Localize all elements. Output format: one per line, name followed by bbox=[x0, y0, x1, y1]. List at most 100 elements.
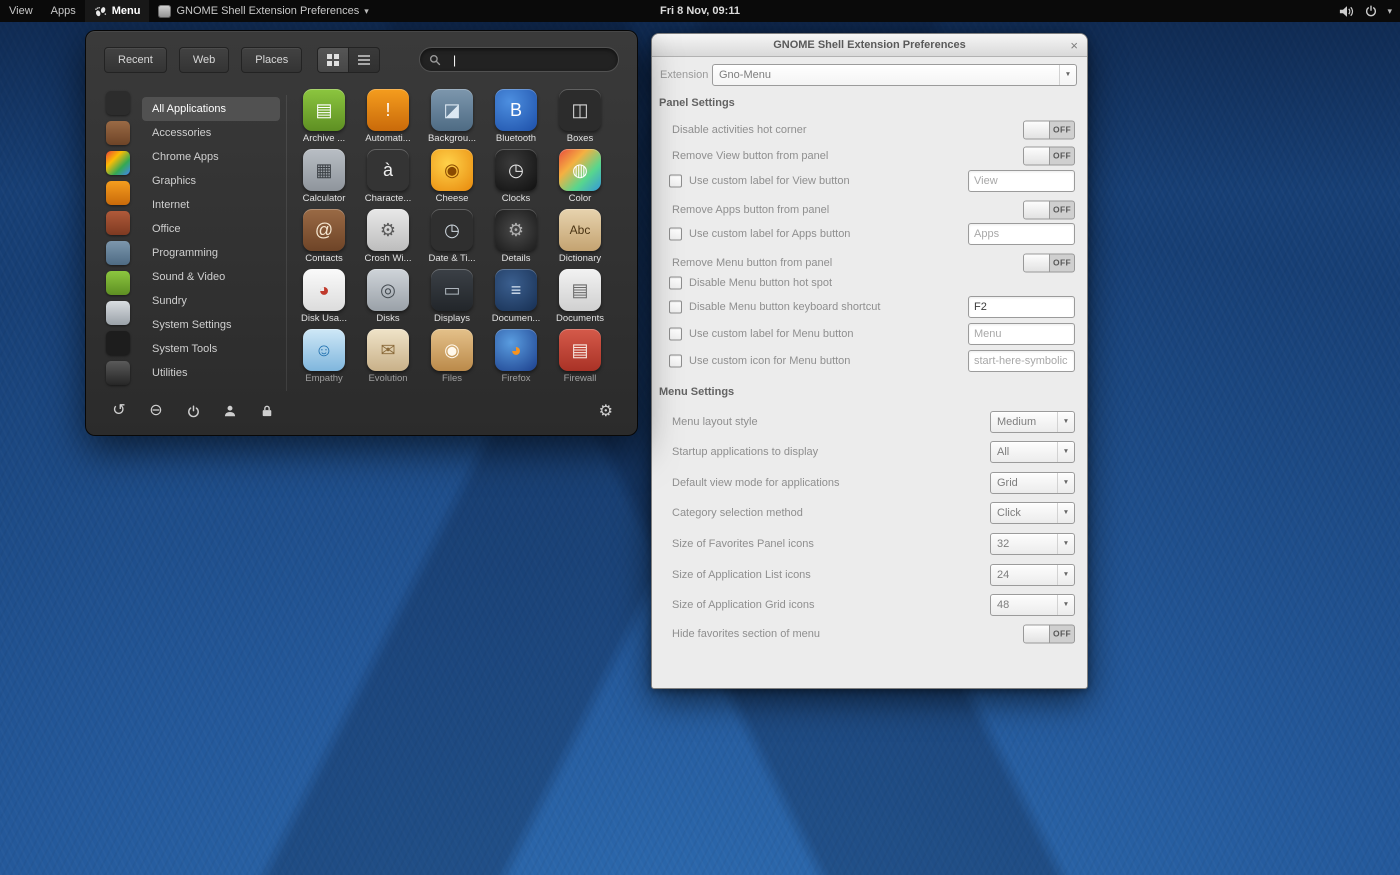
toggle-switch[interactable]: OFF bbox=[1023, 120, 1075, 139]
favorite-app-icon[interactable] bbox=[106, 241, 130, 265]
chevron-down-icon: ▼ bbox=[1057, 411, 1074, 432]
app-tile[interactable]: ▤ Archive ... bbox=[292, 87, 356, 147]
list-view-button[interactable] bbox=[348, 47, 380, 73]
logout-icon[interactable]: ⊖ bbox=[147, 402, 165, 420]
dropdown[interactable]: 24 ▼ bbox=[990, 563, 1075, 586]
text-entry[interactable] bbox=[968, 349, 1075, 372]
app-tile[interactable]: ◕ Firefox bbox=[484, 327, 548, 387]
text-entry[interactable] bbox=[968, 322, 1075, 345]
dropdown[interactable]: Medium ▼ bbox=[990, 410, 1075, 433]
power-icon[interactable] bbox=[184, 402, 202, 420]
category-all-applications[interactable]: All Applications bbox=[142, 97, 280, 121]
power-icon[interactable] bbox=[1365, 5, 1377, 17]
category-accessories[interactable]: Accessories bbox=[142, 121, 280, 145]
checkbox[interactable] bbox=[669, 300, 682, 313]
app-tile[interactable]: Abc Dictionary bbox=[548, 207, 612, 267]
dropdown[interactable]: 48 ▼ bbox=[990, 593, 1075, 616]
favorite-app-icon[interactable] bbox=[106, 331, 130, 355]
checkbox[interactable] bbox=[669, 354, 682, 367]
checkbox[interactable] bbox=[669, 276, 682, 289]
panel-view-button[interactable]: View bbox=[0, 0, 42, 22]
app-tile[interactable]: ◷ Date & Ti... bbox=[420, 207, 484, 267]
app-tile[interactable]: ◉ Files bbox=[420, 327, 484, 387]
toggle-switch[interactable]: OFF bbox=[1023, 624, 1075, 643]
category-sundry[interactable]: Sundry bbox=[142, 289, 280, 313]
dropdown[interactable]: 32 ▼ bbox=[990, 532, 1075, 555]
grid-view-button[interactable] bbox=[317, 47, 349, 73]
app-tile[interactable]: à Characte... bbox=[356, 147, 420, 207]
category-system-settings[interactable]: System Settings bbox=[142, 313, 280, 337]
preferences-window: GNOME Shell Extension Preferences × Exte… bbox=[651, 33, 1088, 689]
tab-places[interactable]: Places bbox=[241, 47, 303, 73]
text-entry[interactable] bbox=[968, 222, 1075, 245]
checkbox[interactable] bbox=[669, 327, 682, 340]
app-tile[interactable]: ◉ Cheese bbox=[420, 147, 484, 207]
app-tile[interactable]: ◕ Disk Usa... bbox=[292, 267, 356, 327]
app-tile[interactable]: ▦ Calculator bbox=[292, 147, 356, 207]
close-button[interactable]: × bbox=[1070, 34, 1078, 57]
volume-icon[interactable] bbox=[1339, 5, 1355, 18]
tab-web[interactable]: Web bbox=[178, 47, 230, 73]
icon-glyph: ▦ bbox=[315, 159, 333, 180]
app-tile[interactable]: ✉ Evolution bbox=[356, 327, 420, 387]
favorite-app-icon[interactable] bbox=[106, 151, 130, 175]
dropdown[interactable]: Click ▼ bbox=[990, 501, 1075, 524]
category-office[interactable]: Office bbox=[142, 217, 280, 241]
text-entry[interactable] bbox=[968, 295, 1075, 318]
category-system-tools[interactable]: System Tools bbox=[142, 337, 280, 361]
panel-menu-button[interactable]: Menu bbox=[84, 0, 150, 22]
user-switch-icon[interactable] bbox=[221, 402, 239, 420]
app-tile[interactable]: ◷ Clocks bbox=[484, 147, 548, 207]
checkbox[interactable] bbox=[669, 174, 682, 187]
clock[interactable]: Fri 8 Nov, 09:11 bbox=[660, 5, 740, 17]
chevron-down-icon[interactable]: ▾ bbox=[1387, 6, 1392, 17]
checkbox[interactable] bbox=[669, 227, 682, 240]
app-tile[interactable]: ◍ Color bbox=[548, 147, 612, 207]
toggle-switch[interactable]: OFF bbox=[1023, 146, 1075, 165]
category-internet[interactable]: Internet bbox=[142, 193, 280, 217]
category-chrome-apps[interactable]: Chrome Apps bbox=[142, 145, 280, 169]
gear-icon[interactable]: ⚙ bbox=[599, 401, 613, 421]
app-tile[interactable]: ▤ Firewall bbox=[548, 327, 612, 387]
category-graphics[interactable]: Graphics bbox=[142, 169, 280, 193]
app-tile[interactable]: ▤ Documents bbox=[548, 267, 612, 327]
app-tile[interactable]: ◪ Backgrou... bbox=[420, 87, 484, 147]
app-tile[interactable]: ! Automati... bbox=[356, 87, 420, 147]
panel-apps-button[interactable]: Apps bbox=[42, 0, 85, 22]
toggle-switch[interactable]: OFF bbox=[1023, 200, 1075, 219]
text-entry[interactable] bbox=[968, 169, 1075, 192]
app-tile[interactable]: @ Contacts bbox=[292, 207, 356, 267]
restart-icon[interactable]: ↺ bbox=[110, 402, 128, 420]
favorite-app-icon[interactable] bbox=[106, 361, 130, 385]
app-tile[interactable]: ☺ Empathy bbox=[292, 327, 356, 387]
app-tile[interactable]: ▭ Displays bbox=[420, 267, 484, 327]
tab-recent[interactable]: Recent bbox=[104, 47, 167, 73]
favorite-app-icon[interactable] bbox=[106, 91, 130, 115]
extension-dropdown[interactable]: Gno-Menu ▼ bbox=[712, 63, 1077, 86]
favorite-app-icon[interactable] bbox=[106, 121, 130, 145]
window-titlebar[interactable]: GNOME Shell Extension Preferences × bbox=[652, 34, 1087, 57]
icon-glyph: Abc bbox=[569, 223, 591, 237]
app-tile[interactable]: ≡ Documen... bbox=[484, 267, 548, 327]
favorite-app-icon[interactable] bbox=[106, 211, 130, 235]
toggle-switch[interactable]: OFF bbox=[1023, 253, 1075, 272]
lock-icon[interactable] bbox=[258, 402, 276, 420]
app-tile[interactable]: ⚙ Details bbox=[484, 207, 548, 267]
search-input[interactable]: | bbox=[419, 47, 619, 72]
category-programming[interactable]: Programming bbox=[142, 241, 280, 265]
app-tile[interactable]: ◫ Boxes bbox=[548, 87, 612, 147]
favorite-app-icon[interactable] bbox=[106, 271, 130, 295]
app-tile[interactable]: ◎ Disks bbox=[356, 267, 420, 327]
app-menu[interactable]: GNOME Shell Extension Preferences ▾ bbox=[149, 0, 377, 22]
app-tile[interactable]: B Bluetooth bbox=[484, 87, 548, 147]
category-sound-video[interactable]: Sound & Video bbox=[142, 265, 280, 289]
dropdown[interactable]: Grid ▼ bbox=[990, 471, 1075, 494]
category-utilities[interactable]: Utilities bbox=[142, 361, 280, 385]
dropdown[interactable]: All ▼ bbox=[990, 440, 1075, 463]
app-tile[interactable]: ⚙ Crosh Wi... bbox=[356, 207, 420, 267]
automation-icon: ! bbox=[367, 89, 409, 131]
favorite-app-icon[interactable] bbox=[106, 301, 130, 325]
power-glyph bbox=[187, 404, 199, 417]
favorite-app-icon[interactable] bbox=[106, 181, 130, 205]
app-label: Archive ... bbox=[302, 133, 346, 144]
